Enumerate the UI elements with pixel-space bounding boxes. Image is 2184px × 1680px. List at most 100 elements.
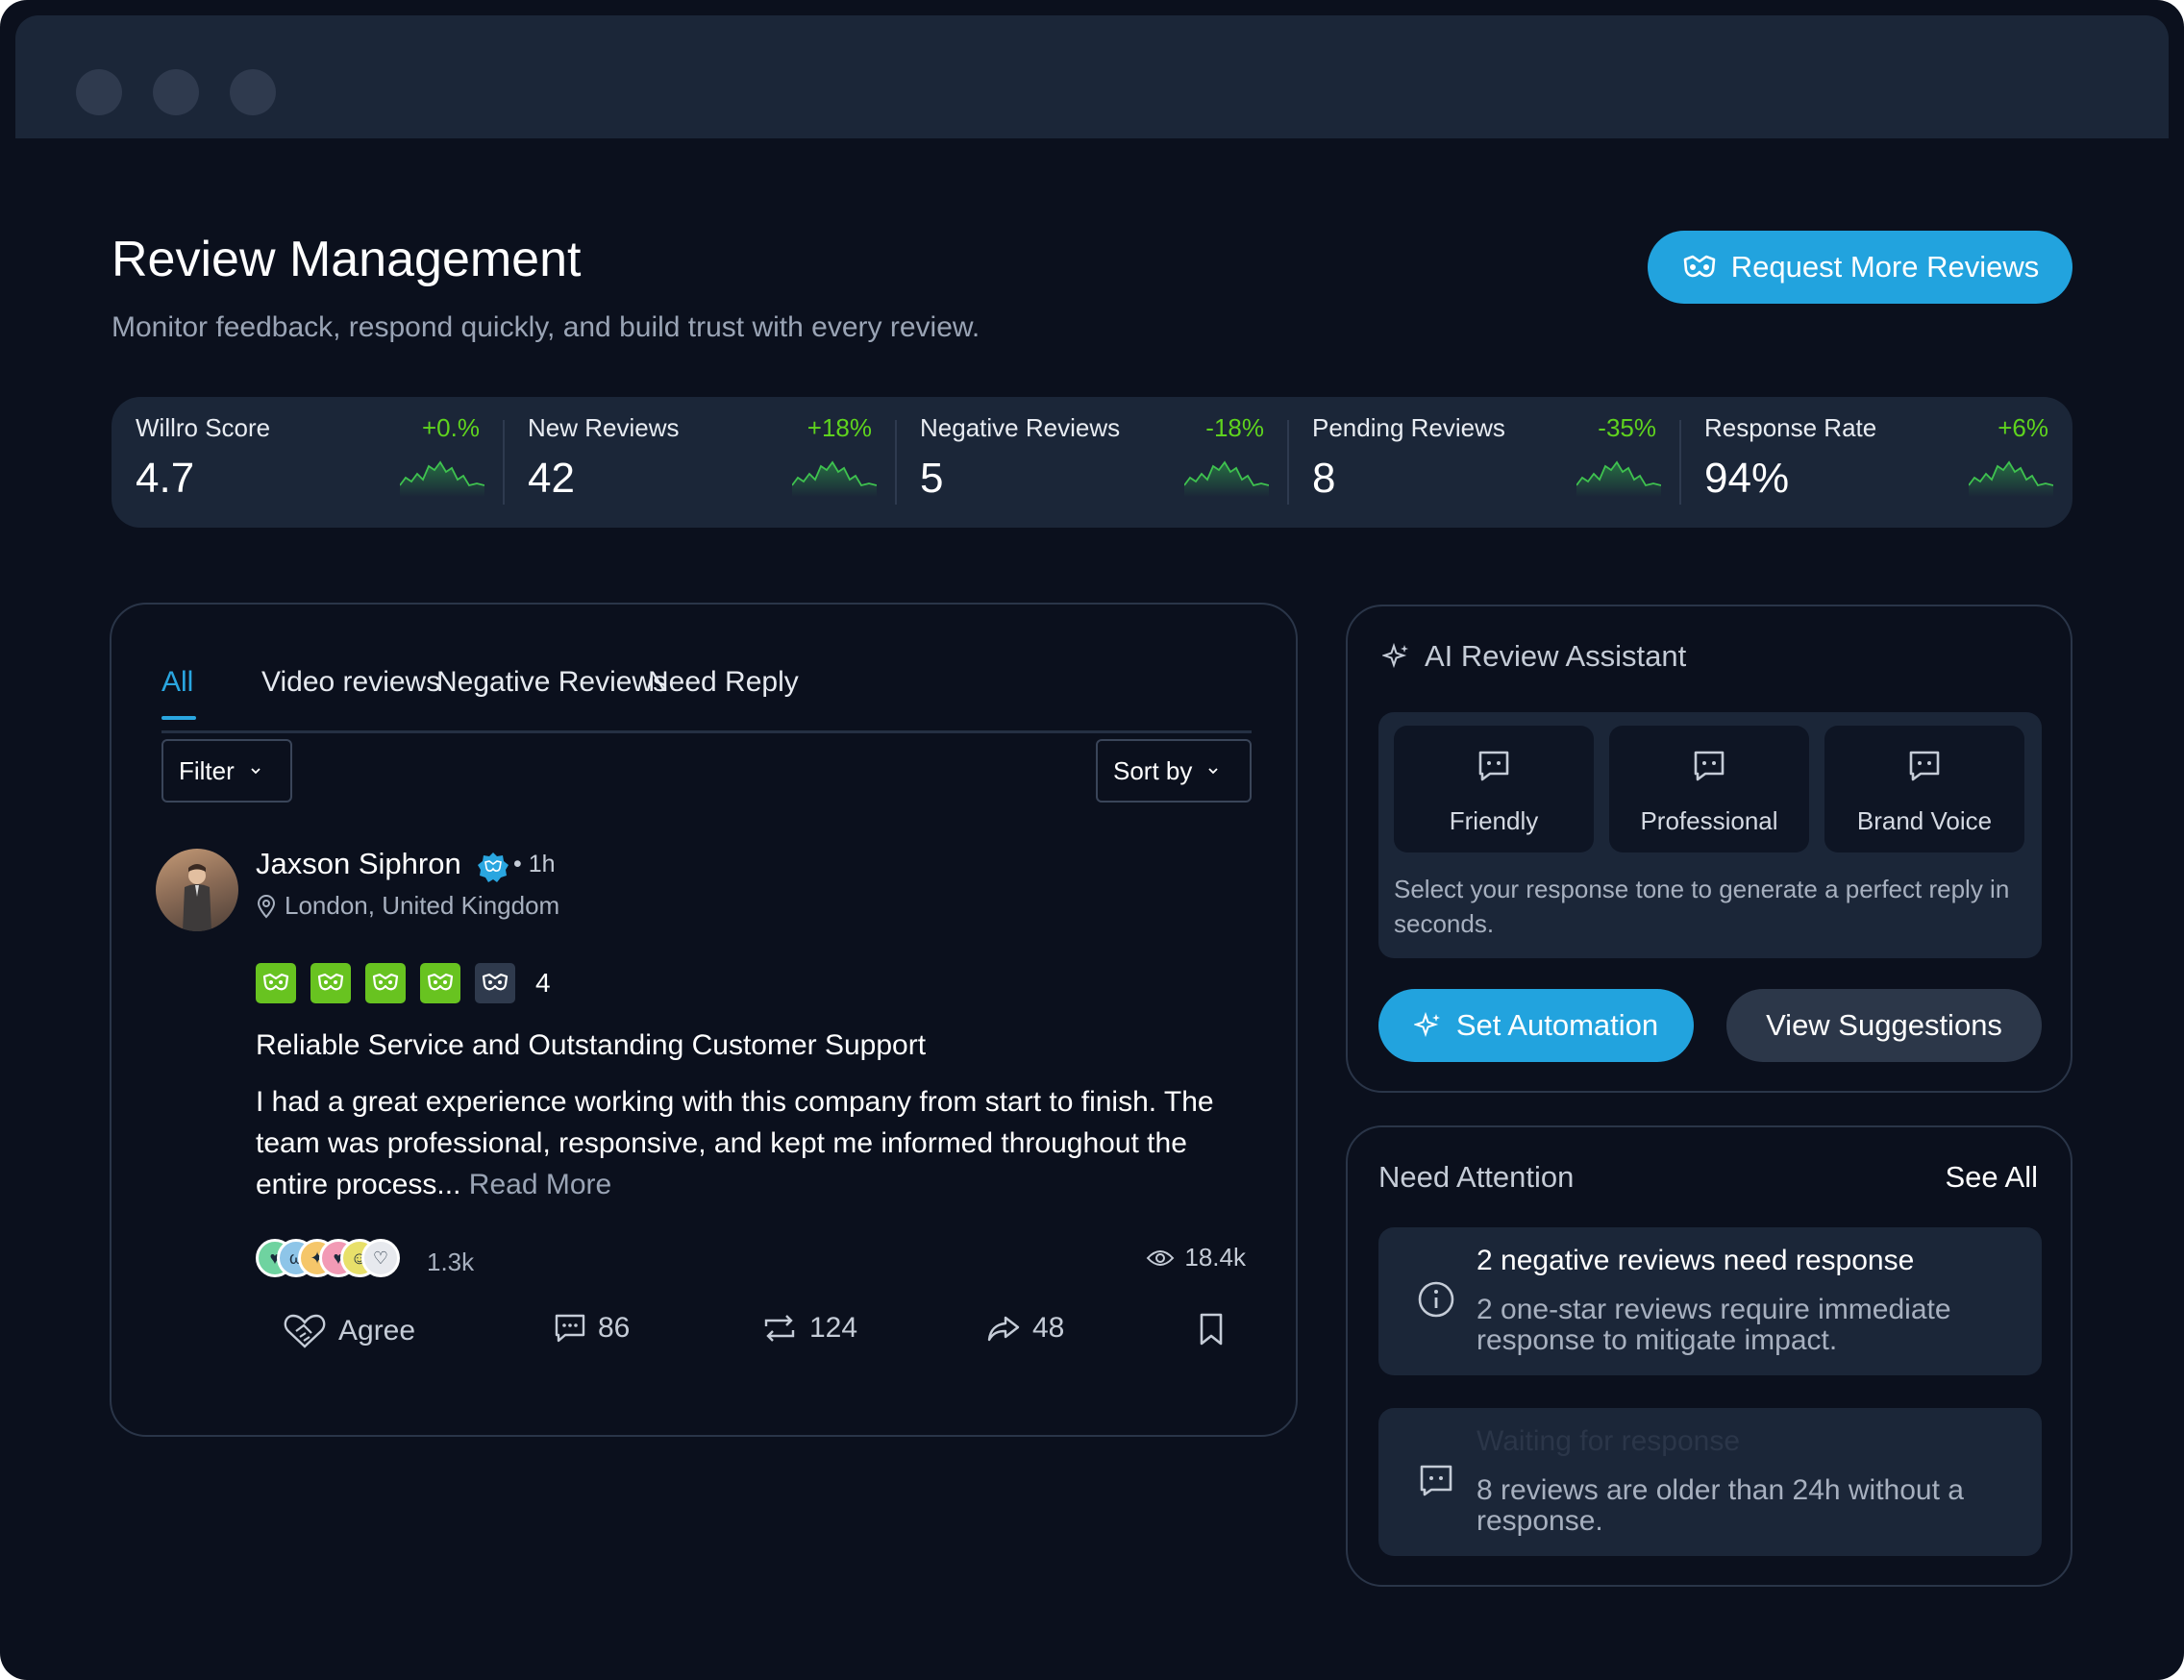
page-title: Review Management: [112, 232, 582, 287]
view-count: 18.4k: [1146, 1243, 1246, 1272]
repost-icon: [764, 1315, 795, 1342]
stat-change: -35%: [1598, 413, 1656, 442]
attention-description: 8 reviews are older than 24h without a r…: [1477, 1474, 1964, 1537]
comment-icon: [555, 1314, 585, 1343]
attention-heading: Waiting for response: [1477, 1425, 1741, 1457]
filter-label: Filter: [179, 755, 235, 785]
tab-video-reviews[interactable]: Video reviews: [261, 666, 440, 699]
agree-button[interactable]: Agree: [283, 1312, 415, 1350]
ai-assistant-title: AI Review Assistant: [1425, 639, 1687, 673]
request-more-reviews-label: Request More Reviews: [1730, 250, 2040, 284]
reaction-count: 1.3k: [427, 1248, 475, 1276]
stat-value: 4.7: [136, 455, 195, 502]
tab-label: All: [161, 666, 194, 698]
sparkline-icon: [1969, 460, 2053, 497]
reviewer-name[interactable]: Jaxson Siphron: [256, 847, 461, 881]
tab-need-reply[interactable]: Need Reply: [648, 666, 799, 699]
reviewer-location: London, United Kingdom: [256, 891, 559, 921]
reaction-avatars[interactable]: ♥ ω ✦ ♥ ☺ ♡: [256, 1239, 400, 1277]
tone-friendly[interactable]: Friendly: [1394, 726, 1594, 852]
tab-all[interactable]: All: [161, 666, 196, 720]
stat-new-reviews: New Reviews +18% 42: [504, 397, 896, 528]
tab-negative-reviews[interactable]: Negative Reviews: [436, 666, 667, 699]
view-suggestions-button[interactable]: View Suggestions: [1726, 989, 2042, 1062]
tone-hint-text: Select your response tone to generate a …: [1394, 875, 2010, 938]
need-attention-card: Need Attention See All 2 negative review…: [1346, 1125, 2072, 1587]
stat-label: New Reviews: [528, 413, 680, 442]
broken-heart-reaction-icon: ♡: [361, 1239, 400, 1277]
chevron-down-icon: [251, 768, 261, 775]
brand-owl-icon: [1683, 255, 1716, 278]
see-all-link[interactable]: See All: [1945, 1160, 2038, 1195]
person-avatar-icon: [183, 864, 211, 931]
attention-description: 2 one-star reviews require immediate res…: [1477, 1294, 1951, 1356]
review-time: • 1h: [513, 851, 556, 877]
stat-value: 94%: [1704, 455, 1790, 502]
tone-label: Professional: [1640, 806, 1778, 835]
share-button[interactable]: 48: [986, 1312, 1064, 1345]
review-tabs: All Video reviews Negative Reviews Need …: [161, 633, 1252, 733]
attention-item-negative[interactable]: 2 negative reviews need response 2 one-s…: [1378, 1227, 2042, 1375]
chat-bubble-icon: [1478, 751, 1509, 781]
tone-label: Brand Voice: [1856, 806, 1993, 835]
sparkle-icon: [1382, 642, 1408, 669]
tone-selector-panel: Friendly Professional Brand Voice Select…: [1378, 712, 2042, 958]
set-automation-button[interactable]: Set Automation: [1378, 989, 1694, 1062]
repost-button[interactable]: 124: [761, 1312, 857, 1345]
stat-label: Response Rate: [1704, 413, 1877, 442]
stat-willro-score: Willro Score +0.% 4.7: [112, 397, 504, 528]
window-minimize-dot[interactable]: [153, 69, 199, 115]
ai-review-assistant-card: AI Review Assistant Friendly Professiona…: [1346, 605, 2072, 1093]
reviews-card: All Video reviews Negative Reviews Need …: [110, 603, 1298, 1437]
stat-change: +18%: [807, 413, 872, 442]
verified-badge-icon: [478, 852, 509, 882]
info-icon: [1418, 1281, 1454, 1318]
stat-change: -18%: [1205, 413, 1264, 442]
stats-bar: Willro Score +0.% 4.7 New Reviews +18% 4…: [112, 397, 2072, 528]
set-automation-label: Set Automation: [1455, 1008, 1659, 1042]
comments-button[interactable]: 86: [554, 1312, 630, 1345]
attention-heading: 2 negative reviews need response: [1477, 1245, 1915, 1276]
stat-value: 5: [920, 455, 944, 502]
stat-pending-reviews: Pending Reviews -35% 8: [1288, 397, 1680, 528]
ai-assistant-header: AI Review Assistant: [1382, 639, 1686, 674]
app-window: Review Management Monitor feedback, resp…: [0, 0, 2184, 1680]
sparkline-icon: [1184, 460, 1269, 497]
stat-value: 42: [528, 455, 575, 502]
chevron-down-icon: [1208, 768, 1219, 775]
star-filled-icon: [256, 963, 296, 1003]
window-maximize-dot[interactable]: [230, 69, 276, 115]
window-close-dot[interactable]: [76, 69, 122, 115]
review-title: Reliable Service and Outstanding Custome…: [256, 1029, 927, 1061]
bookmark-button[interactable]: [1198, 1312, 1225, 1346]
stat-value: 8: [1312, 455, 1336, 502]
page-subtitle: Monitor feedback, respond quickly, and b…: [112, 311, 980, 343]
request-more-reviews-button[interactable]: Request More Reviews: [1648, 231, 2072, 304]
bookmark-icon: [1200, 1313, 1223, 1346]
sort-dropdown[interactable]: Sort by: [1096, 739, 1252, 803]
review-text: I had a great experience working with th…: [256, 1086, 1214, 1200]
shares-count: 48: [1032, 1312, 1065, 1344]
eye-icon: [1147, 1249, 1175, 1266]
tone-brand-voice[interactable]: Brand Voice: [1824, 726, 2024, 852]
chat-bubble-icon: [1420, 1465, 1452, 1496]
attention-item-waiting[interactable]: Waiting for response 8 reviews are older…: [1378, 1408, 2042, 1556]
star-rating: 4: [256, 963, 551, 1003]
tone-professional[interactable]: Professional: [1609, 726, 1809, 852]
stat-label: Negative Reviews: [920, 413, 1121, 442]
active-tab-underline: [161, 716, 196, 720]
sparkline-icon: [792, 460, 877, 497]
star-filled-icon: [365, 963, 406, 1003]
sort-label: Sort by: [1113, 755, 1193, 785]
window-titlebar: [15, 15, 2169, 138]
stat-negative-reviews: Negative Reviews -18% 5: [896, 397, 1288, 528]
read-more-link[interactable]: Read More: [469, 1169, 611, 1200]
stat-change: +0.%: [422, 413, 480, 442]
avatar[interactable]: [156, 849, 238, 931]
location-text: London, United Kingdom: [285, 891, 560, 920]
stat-change: +6%: [1998, 413, 2048, 442]
view-suggestions-label: View Suggestions: [1766, 1008, 2002, 1042]
filter-dropdown[interactable]: Filter: [161, 739, 292, 803]
chat-bubble-icon: [1909, 751, 1940, 781]
agree-label: Agree: [338, 1315, 416, 1346]
